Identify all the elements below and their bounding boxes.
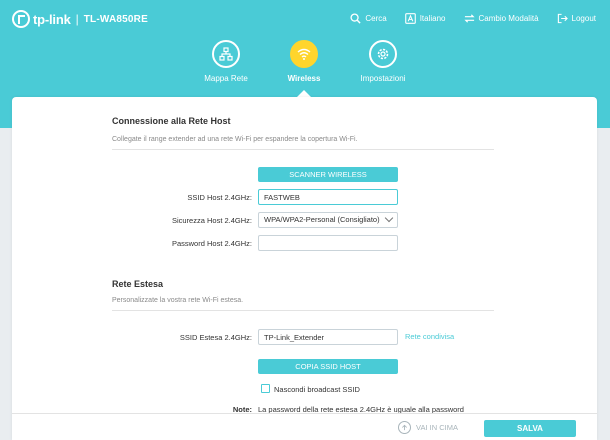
shared-network-link[interactable]: Rete condivisa [405, 332, 454, 341]
wifi-icon [297, 48, 311, 60]
logout-label: Logout [571, 13, 596, 23]
extended-section-divider [112, 310, 494, 311]
save-button[interactable]: SALVA [484, 420, 576, 437]
mode-switch-label: Cambio Modalità [478, 13, 539, 23]
host-ssid-label: SSID Host 2.4GHz: [187, 193, 252, 202]
tab-wireless-label: Wireless [287, 74, 321, 83]
back-to-top-label: VAI IN CIMA [416, 423, 458, 432]
mode-switch-icon [463, 13, 475, 23]
top-navigation: Cerca Italiano Cambio Modalità Logout [350, 10, 596, 26]
host-section-divider [112, 149, 494, 150]
tab-network-map-label: Mappa Rete [204, 74, 248, 83]
tp-link-logo[interactable]: tp-link | TL-WA850RE [12, 10, 148, 28]
extended-section-title: Rete Estesa [112, 279, 164, 289]
scan-wireless-button[interactable]: SCANNER WIRELESS [258, 167, 398, 182]
content-panel: Connessione alla Rete Host Collegate il … [12, 97, 597, 440]
host-section-description: Collegate il range extender ad una rete … [112, 136, 358, 143]
tab-settings-label: Impostazioni [360, 74, 406, 83]
host-security-label: Sicurezza Host 2.4GHz: [171, 216, 252, 225]
extended-ssid-input[interactable] [258, 329, 398, 345]
mode-switch-link[interactable]: Cambio Modalità [463, 10, 539, 26]
copy-host-ssid-button[interactable]: COPIA SSID HOST [258, 359, 398, 374]
chevron-down-icon [384, 213, 394, 223]
language-label: Italiano [419, 13, 446, 23]
tab-settings[interactable]: Impostazioni [343, 40, 423, 83]
tp-link-logo-icon [12, 10, 30, 28]
hide-ssid-label: Nascondi broadcast SSID [274, 385, 360, 394]
search-icon [350, 12, 361, 24]
settings-icon-circle [369, 40, 397, 68]
host-password-label: Password Host 2.4GHz: [171, 239, 252, 248]
host-section-title: Connessione alla Rete Host [112, 116, 231, 126]
language-icon [404, 12, 416, 24]
active-tab-indicator [297, 90, 311, 97]
host-security-value: WPA/WPA2-Personal (Consigliato) [264, 215, 380, 224]
brand-name: tp-link [33, 11, 71, 27]
brand-separator: | [75, 12, 79, 26]
search-link[interactable]: Cerca [350, 10, 387, 26]
arrow-up-icon [398, 421, 411, 434]
host-password-input[interactable] [258, 235, 398, 251]
model-name: TL-WA850RE [83, 13, 148, 25]
network-map-icon [219, 47, 233, 61]
settings-gear-icon [377, 48, 389, 60]
network-map-icon-circle [212, 40, 240, 68]
extended-section-description: Personalizzate la vostra rete Wi-Fi este… [112, 297, 244, 304]
host-security-select[interactable]: WPA/WPA2-Personal (Consigliato) [258, 212, 398, 228]
hide-ssid-checkbox[interactable] [261, 384, 270, 393]
logout-link[interactable]: Logout [557, 10, 596, 26]
host-ssid-input[interactable] [258, 189, 398, 205]
tab-wireless[interactable]: Wireless [264, 40, 344, 83]
language-selector[interactable]: Italiano [404, 10, 446, 26]
search-label: Cerca [365, 13, 387, 23]
footer-bar: VAI IN CIMA SALVA [12, 413, 597, 440]
logout-icon [557, 13, 568, 23]
tab-network-map[interactable]: Mappa Rete [186, 40, 266, 83]
extended-ssid-label: SSID Estesa 2.4GHz: [179, 333, 252, 342]
wifi-icon-circle [290, 40, 318, 68]
back-to-top-button[interactable]: VAI IN CIMA [398, 421, 458, 434]
